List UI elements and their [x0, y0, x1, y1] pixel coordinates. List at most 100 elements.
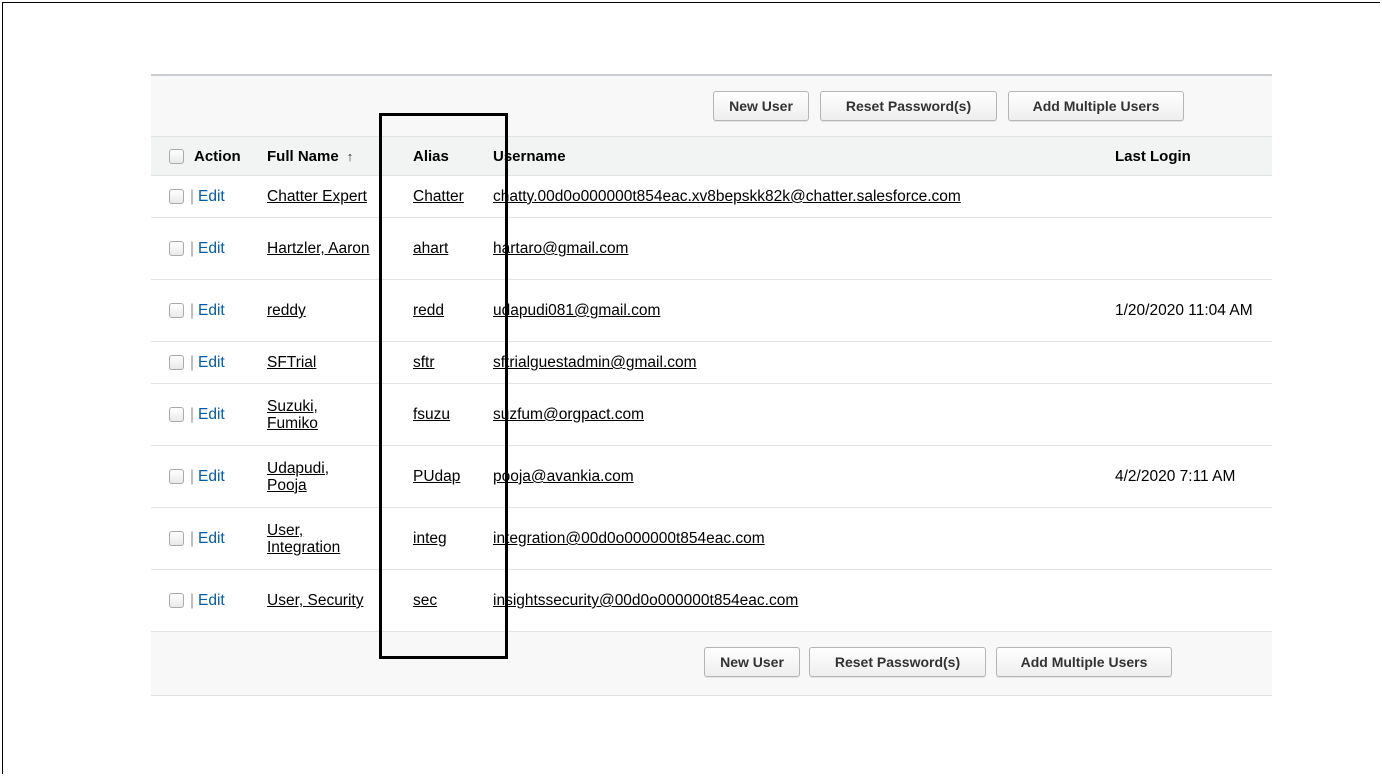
full-name-link[interactable]: Chatter Expert: [267, 188, 367, 205]
table-row: | Edit reddy redd udapudi081@gmail.com 1/…: [151, 279, 1272, 342]
full-name-link[interactable]: SFTrial: [267, 354, 316, 371]
row-checkbox[interactable]: [169, 189, 184, 205]
action-cell: | Edit: [151, 175, 263, 218]
edit-link[interactable]: Edit: [198, 354, 225, 371]
select-all-checkbox[interactable]: [169, 149, 184, 165]
username-cell: sftrialguestadmin@gmail.com: [489, 341, 1111, 384]
action-separator: |: [190, 406, 195, 423]
row-checkbox[interactable]: [169, 531, 184, 547]
alias-column-header[interactable]: Alias: [409, 136, 489, 176]
table-row: | Edit User, Security sec insightssecurit…: [151, 569, 1272, 632]
username-cell: pooja@avankia.com: [489, 445, 1111, 508]
full-name-link[interactable]: reddy: [267, 302, 306, 319]
alias-cell: integ: [409, 507, 489, 570]
full-name-cell: User, Integration: [263, 507, 409, 570]
alias-link[interactable]: redd: [413, 302, 444, 319]
username-link[interactable]: integration@00d0o000000t854eac.com: [493, 530, 765, 547]
row-checkbox[interactable]: [169, 593, 184, 609]
username-link[interactable]: pooja@avankia.com: [493, 468, 634, 485]
last-login-header-label: Last Login: [1115, 147, 1191, 165]
reset-password-button[interactable]: Reset Password(s): [809, 647, 986, 677]
alias-cell: sftr: [409, 341, 489, 384]
alias-cell: fsuzu: [409, 383, 489, 446]
last-login-cell: [1111, 217, 1272, 280]
action-separator: |: [190, 188, 195, 205]
sort-ascending-icon[interactable]: ↑: [347, 149, 354, 164]
username-cell: chatty.00d0o000000t854eac.xv8bepskk82k@c…: [489, 175, 1111, 218]
new-user-button[interactable]: New User: [704, 647, 800, 677]
reset-password-button[interactable]: Reset Password(s): [820, 91, 997, 121]
full-name-cell: SFTrial: [263, 341, 409, 384]
edit-link[interactable]: Edit: [198, 188, 225, 205]
last-login-cell: [1111, 569, 1272, 632]
table-header-row: Action Full Name ↑ Alias Username Last Lo…: [151, 136, 1272, 176]
row-checkbox[interactable]: [169, 241, 184, 257]
top-button-bar: New User Reset Password(s) Add Multiple …: [151, 76, 1272, 136]
full-name-cell: Udapudi, Pooja: [263, 445, 409, 508]
username-cell: integration@00d0o000000t854eac.com: [489, 507, 1111, 570]
action-column-header: Action: [151, 136, 263, 176]
alias-cell: redd: [409, 279, 489, 342]
alias-cell: Chatter: [409, 175, 489, 218]
add-multiple-users-button[interactable]: Add Multiple Users: [996, 647, 1172, 677]
username-link[interactable]: udapudi081@gmail.com: [493, 302, 660, 319]
full-name-cell: User, Security: [263, 569, 409, 632]
bottom-button-bar: New User Reset Password(s) Add Multiple …: [151, 633, 1272, 696]
last-login-cell: [1111, 175, 1272, 218]
full-name-link[interactable]: Suzuki, Fumiko: [267, 398, 347, 432]
users-list-panel: New User Reset Password(s) Add Multiple …: [151, 74, 1272, 696]
last-login-cell: [1111, 383, 1272, 446]
alias-cell: PUdap: [409, 445, 489, 508]
row-checkbox[interactable]: [169, 469, 184, 485]
new-user-button[interactable]: New User: [713, 91, 809, 121]
last-login-column-header[interactable]: Last Login: [1111, 136, 1272, 176]
username-header-label: Username: [493, 147, 566, 165]
full-name-column-header[interactable]: Full Name ↑: [263, 136, 409, 176]
full-name-link[interactable]: Hartzler, Aaron: [267, 240, 370, 257]
username-link[interactable]: insightssecurity@00d0o000000t854eac.com: [493, 592, 798, 609]
edit-link[interactable]: Edit: [198, 468, 225, 485]
username-link[interactable]: suzfum@orgpact.com: [493, 406, 644, 423]
full-name-link[interactable]: User, Integration: [267, 522, 367, 556]
username-cell: hartaro@gmail.com: [489, 217, 1111, 280]
alias-link[interactable]: Chatter: [413, 188, 464, 205]
alias-link[interactable]: sftr: [413, 354, 435, 371]
action-separator: |: [190, 592, 195, 609]
action-cell: | Edit: [151, 341, 263, 384]
table-row: | Edit Udapudi, Pooja PUdap pooja@avankia…: [151, 445, 1272, 508]
table-row: | Edit Hartzler, Aaron ahart hartaro@gmai…: [151, 217, 1272, 280]
full-name-cell: reddy: [263, 279, 409, 342]
add-multiple-users-button[interactable]: Add Multiple Users: [1008, 91, 1184, 121]
action-cell: | Edit: [151, 279, 263, 342]
alias-cell: sec: [409, 569, 489, 632]
username-link[interactable]: sftrialguestadmin@gmail.com: [493, 354, 697, 371]
alias-link[interactable]: integ: [413, 530, 447, 547]
edit-link[interactable]: Edit: [198, 530, 225, 547]
edit-link[interactable]: Edit: [198, 592, 225, 609]
alias-link[interactable]: sec: [413, 592, 437, 609]
action-header-label: Action: [194, 147, 241, 165]
table-row: | Edit Chatter Expert Chatter chatty.00d0…: [151, 175, 1272, 218]
edit-link[interactable]: Edit: [198, 406, 225, 423]
action-separator: |: [190, 240, 195, 257]
action-cell: | Edit: [151, 217, 263, 280]
action-separator: |: [190, 354, 195, 371]
username-column-header[interactable]: Username: [489, 136, 1111, 176]
row-checkbox[interactable]: [169, 355, 184, 371]
username-link[interactable]: hartaro@gmail.com: [493, 240, 628, 257]
full-name-cell: Hartzler, Aaron: [263, 217, 409, 280]
username-link[interactable]: chatty.00d0o000000t854eac.xv8bepskk82k@c…: [493, 188, 961, 205]
row-checkbox[interactable]: [169, 407, 184, 423]
alias-link[interactable]: ahart: [413, 240, 448, 257]
row-checkbox[interactable]: [169, 303, 184, 319]
users-table: Action Full Name ↑ Alias Username Last Lo…: [151, 136, 1272, 632]
last-login-cell: [1111, 507, 1272, 570]
edit-link[interactable]: Edit: [198, 302, 225, 319]
action-cell: | Edit: [151, 569, 263, 632]
edit-link[interactable]: Edit: [198, 240, 225, 257]
alias-link[interactable]: PUdap: [413, 468, 460, 485]
full-name-link[interactable]: User, Security: [267, 592, 363, 609]
username-cell: suzfum@orgpact.com: [489, 383, 1111, 446]
alias-link[interactable]: fsuzu: [413, 406, 450, 423]
full-name-link[interactable]: Udapudi, Pooja: [267, 460, 347, 494]
